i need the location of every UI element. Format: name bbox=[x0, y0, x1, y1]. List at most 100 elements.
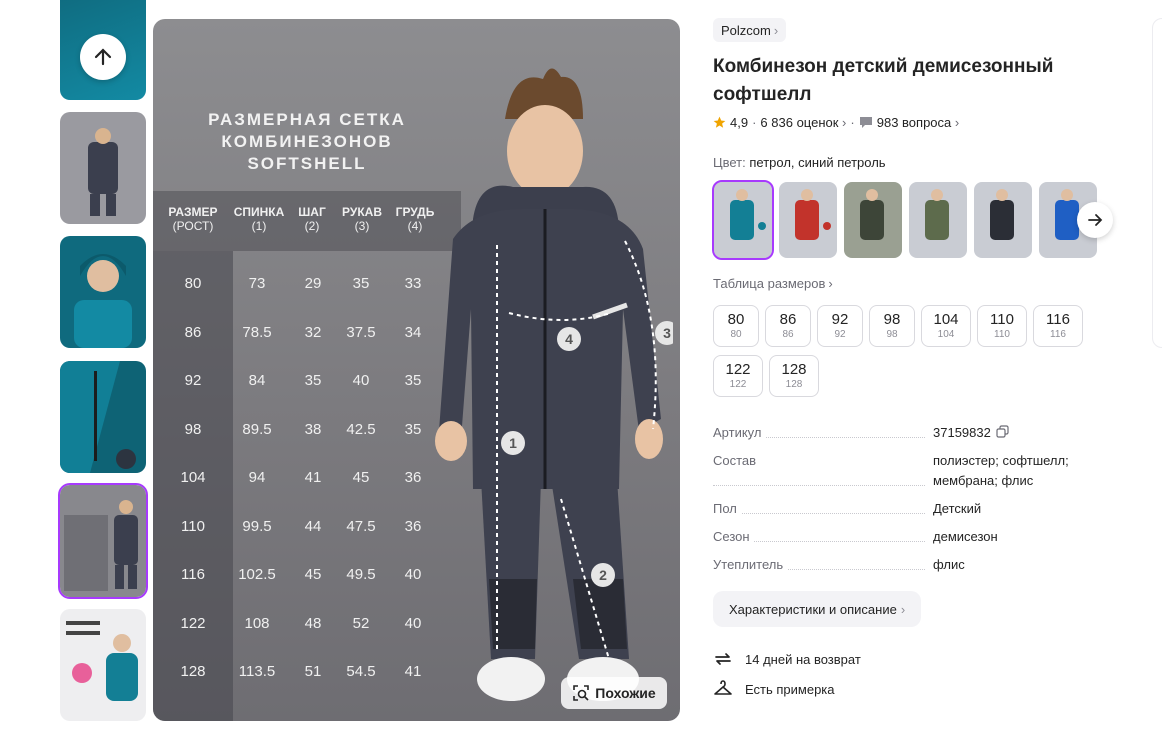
size-chip-92-sub: 92 bbox=[834, 329, 846, 340]
size-chip-110-label: 110 bbox=[990, 311, 1014, 328]
questions-link[interactable]: 983 вопроса › bbox=[877, 115, 960, 130]
size-chart-cell: 40 bbox=[352, 372, 370, 389]
swatches-next-button[interactable] bbox=[1077, 202, 1113, 238]
size-chart-header-back: СПИНКА (1) bbox=[233, 205, 285, 233]
size-chart-cell: 122 bbox=[180, 614, 206, 632]
thumbnail-6[interactable] bbox=[60, 609, 146, 721]
chat-icon bbox=[859, 117, 872, 128]
reviews-link[interactable]: 6 836 оценок › bbox=[760, 115, 846, 130]
swatch-black[interactable] bbox=[974, 182, 1032, 258]
thumbnail-4[interactable] bbox=[60, 361, 146, 473]
size-chart-title-line-1: РАЗМЕРНАЯ СЕТКА bbox=[208, 110, 406, 129]
size-chip-116-sub: 116 bbox=[1050, 329, 1066, 340]
color-swatches bbox=[712, 180, 1113, 260]
rating-separator: · bbox=[752, 115, 757, 130]
size-chart-cell: 108 bbox=[244, 614, 270, 632]
size-table-link-label: Таблица размеров bbox=[713, 276, 826, 291]
size-chart-cell: 116 bbox=[181, 566, 205, 583]
brand-name: Polzcom bbox=[721, 22, 771, 38]
size-chip-116[interactable]: 116 116 bbox=[1033, 305, 1083, 347]
swatch-petrol[interactable] bbox=[712, 180, 774, 260]
size-chip-104[interactable]: 104 104 bbox=[921, 305, 971, 347]
measurement-marker-3-label: 3 bbox=[663, 325, 671, 341]
swatch-red-image bbox=[779, 182, 837, 258]
size-chart-cell: 98 bbox=[184, 420, 202, 438]
size-chart-title-line-3: SOFTSHELL bbox=[247, 154, 367, 173]
size-chart-cell: 37.5 bbox=[346, 323, 376, 341]
image-search-icon bbox=[573, 685, 590, 701]
size-chart-cell: 73 bbox=[248, 275, 266, 292]
measurement-marker-2: 2 bbox=[591, 563, 615, 587]
reviews-count: 6 836 оценок bbox=[760, 115, 839, 130]
size-chip-86-label: 86 bbox=[779, 311, 797, 328]
measurement-marker-4-label: 4 bbox=[565, 331, 573, 347]
size-chip-104-sub: 104 bbox=[937, 329, 955, 340]
description-button-label: Характеристики и описание bbox=[729, 601, 897, 617]
rating-row: 4,9 · 6 836 оценок › · 983 вопроса › bbox=[713, 115, 1113, 130]
swatch-red[interactable] bbox=[779, 182, 837, 258]
size-chip-86[interactable]: 86 86 bbox=[765, 305, 811, 347]
swatch-khaki-dark-image bbox=[844, 182, 902, 258]
side-panel-edge bbox=[1152, 18, 1162, 348]
size-chart-cell: 113.5 bbox=[238, 663, 276, 680]
thumbnail-6-image bbox=[60, 609, 146, 721]
thumbnail-3[interactable] bbox=[60, 236, 146, 348]
swatch-khaki[interactable] bbox=[909, 182, 967, 258]
size-chart-title: РАЗМЕРНАЯ СЕТКА КОМБИНЕЗОНОВ SOFTSHELL bbox=[153, 109, 461, 175]
size-chart-cell: 128 bbox=[180, 663, 206, 680]
size-chip-98[interactable]: 98 98 bbox=[869, 305, 915, 347]
size-chip-98-sub: 98 bbox=[886, 329, 898, 340]
feature-fitting-text: Есть примерка bbox=[745, 681, 835, 697]
size-chart-header-size: РАЗМЕР (РОСТ) bbox=[168, 205, 218, 233]
swatch-black-image bbox=[974, 182, 1032, 258]
measurement-marker-1: 1 bbox=[501, 431, 525, 455]
size-table-link[interactable]: Таблица размеров › bbox=[713, 276, 833, 291]
description-button[interactable]: Характеристики и описание › bbox=[713, 591, 922, 627]
thumbnail-5-active[interactable] bbox=[58, 483, 148, 599]
rating-separator-2: · bbox=[850, 115, 855, 130]
measurement-marker-2-label: 2 bbox=[599, 567, 607, 583]
similar-products-button[interactable]: Похожие bbox=[561, 677, 667, 709]
size-selector: 80 80 86 86 92 92 98 98 104 104 110 110 116 116… bbox=[713, 305, 1093, 397]
swatch-khaki-dark[interactable] bbox=[844, 182, 902, 258]
size-chip-122[interactable]: 122 122 bbox=[713, 355, 763, 397]
spec-row-composition: Состав полиэстер; софтшелл; мембрана; фл… bbox=[713, 451, 1103, 491]
thumbnail-3-image bbox=[60, 236, 146, 348]
color-label-key: Цвет: bbox=[713, 155, 746, 170]
size-chip-80-sub: 80 bbox=[730, 329, 742, 340]
product-title: Комбинезон детский демисезонный софтшелл bbox=[713, 56, 1054, 105]
size-chart-cell: 78.5 bbox=[242, 323, 272, 341]
size-chip-86-sub: 86 bbox=[782, 329, 794, 340]
thumbnail-5-image bbox=[60, 485, 146, 597]
size-chart-cell: 54.5 bbox=[346, 663, 376, 680]
spec-key-insulation: Утеплитель bbox=[713, 557, 788, 572]
size-chip-122-sub: 122 bbox=[729, 379, 747, 390]
size-chart-cell: 84 bbox=[248, 372, 266, 389]
product-specs: Артикул 37159832 Состав полиэстер; софтш… bbox=[713, 423, 1103, 575]
size-chip-128[interactable]: 128 128 bbox=[769, 355, 819, 397]
size-chip-122-label: 122 bbox=[725, 361, 751, 378]
star-icon bbox=[713, 116, 726, 128]
spec-value-gender: Детский bbox=[933, 501, 982, 516]
color-label: Цвет: петрол, синий петроль bbox=[713, 155, 1113, 170]
return-arrows-icon bbox=[715, 653, 731, 665]
main-product-image: РАЗМЕРНАЯ СЕТКА КОМБИНЕЗОНОВ SOFTSHELL Р… bbox=[153, 19, 680, 721]
size-chart-header-chest: ГРУДЬ (4) bbox=[395, 205, 435, 233]
swatch-khaki-image bbox=[909, 182, 967, 258]
brand-chevron-icon: › bbox=[773, 22, 779, 38]
color-value: петрол, синий петроль bbox=[749, 155, 886, 170]
thumbnail-2[interactable] bbox=[60, 112, 146, 224]
measurement-marker-4: 4 bbox=[557, 327, 581, 351]
copy-icon[interactable] bbox=[996, 425, 1010, 438]
size-chart-cell: 52 bbox=[352, 614, 370, 632]
size-chip-92[interactable]: 92 92 bbox=[817, 305, 863, 347]
brand-link[interactable]: Polzcom › bbox=[713, 18, 787, 42]
spec-row-insulation: Утеплитель флис bbox=[713, 555, 1103, 575]
size-chart-cell: 45 bbox=[352, 469, 370, 486]
spec-row-gender: Пол Детский bbox=[713, 499, 1103, 519]
size-chip-80[interactable]: 80 80 bbox=[713, 305, 759, 347]
size-chip-110[interactable]: 110 110 bbox=[977, 305, 1027, 347]
reviews-chevron-icon: › bbox=[842, 115, 847, 130]
rating-value: 4,9 bbox=[730, 115, 749, 130]
scroll-up-button[interactable] bbox=[80, 34, 126, 80]
